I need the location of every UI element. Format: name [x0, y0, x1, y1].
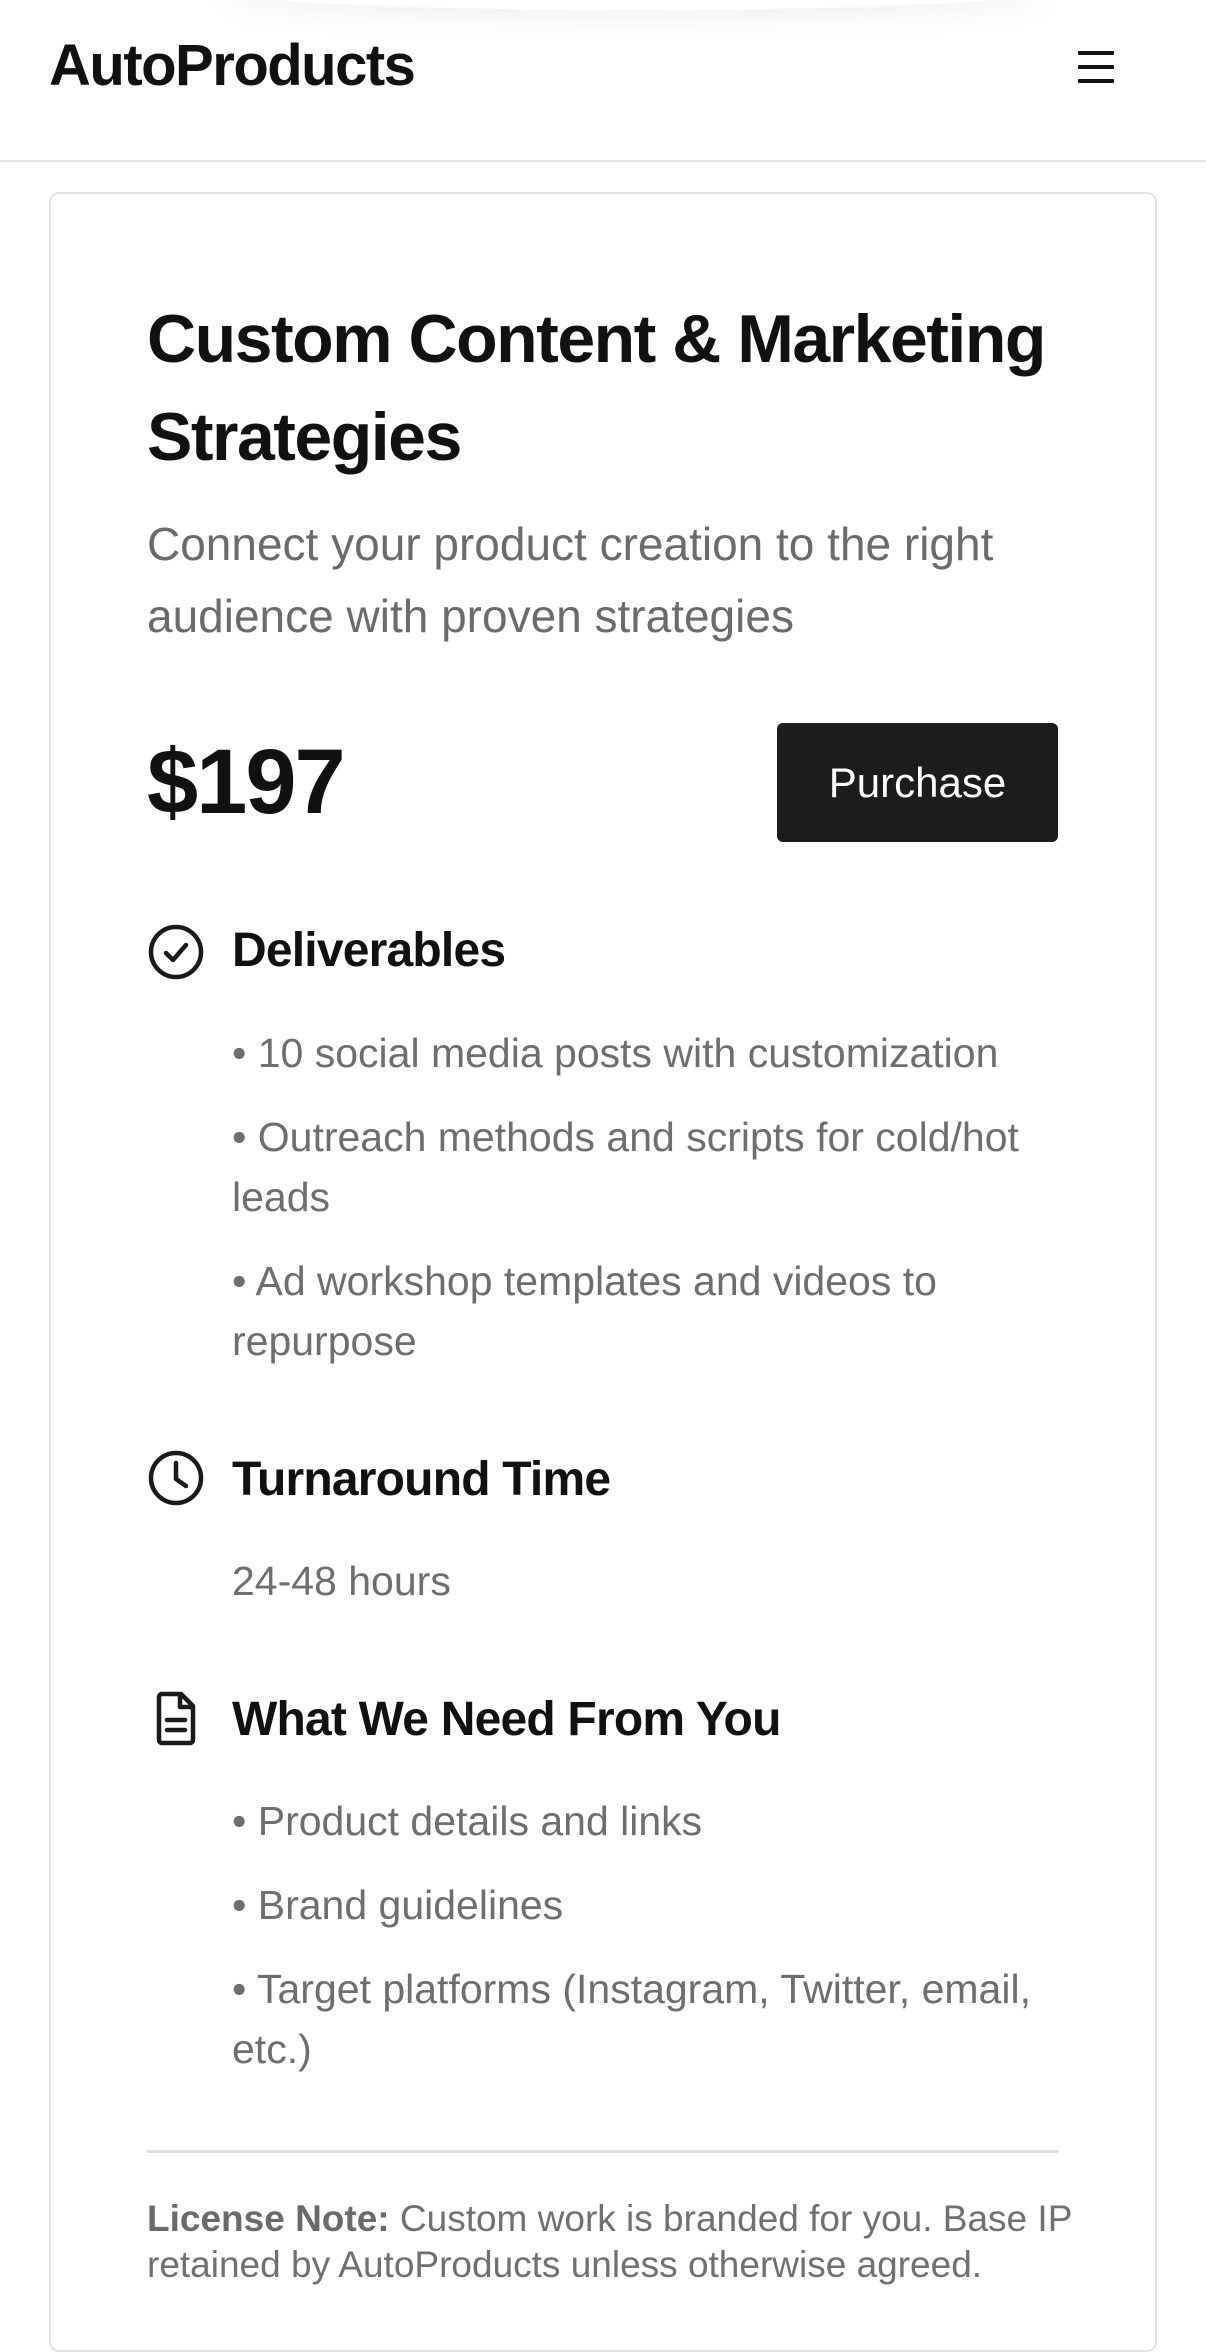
turnaround-heading: Turnaround Time: [232, 1453, 611, 1506]
product-subtitle: Connect your product creation to the rig…: [147, 518, 994, 642]
nav-shadow: [220, 0, 1050, 10]
list-item: • Ad workshop templates and videos to re…: [232, 1258, 937, 1364]
brand-logo[interactable]: AutoProducts: [49, 30, 416, 102]
document-icon: [156, 1691, 196, 1746]
list-item: • Product details and links: [232, 1798, 703, 1844]
product-title: Custom Content & Marketing Strategies: [147, 301, 1046, 475]
list-item: • Brand guidelines: [232, 1882, 564, 1928]
hamburger-menu-icon[interactable]: [1074, 47, 1122, 87]
purchase-button[interactable]: Purchase: [777, 723, 1058, 842]
turnaround-value: 24-48 hours: [232, 1558, 451, 1604]
list-item: • Outreach methods and scripts for cold/…: [232, 1114, 1019, 1220]
requirements-list: • Product details and links • Brand guid…: [232, 1791, 1072, 2103]
list-item: • 10 social media posts with customizati…: [232, 1030, 999, 1076]
check-circle-icon: [148, 924, 204, 980]
list-item: • Target platforms (Instagram, Twitter, …: [232, 1966, 1031, 2072]
top-nav-bar: AutoProducts: [0, 0, 1206, 162]
requirements-heading: What We Need From You: [232, 1693, 781, 1746]
license-note: License Note: Custom work is branded for…: [147, 2196, 1077, 2288]
license-label: License Note:: [147, 2198, 390, 2239]
section-divider: [147, 2150, 1058, 2153]
deliverables-heading: Deliverables: [232, 924, 506, 977]
deliverables-list: • 10 social media posts with customizati…: [232, 1023, 1072, 1395]
clock-icon: [148, 1450, 204, 1506]
product-price: $197: [147, 731, 346, 833]
